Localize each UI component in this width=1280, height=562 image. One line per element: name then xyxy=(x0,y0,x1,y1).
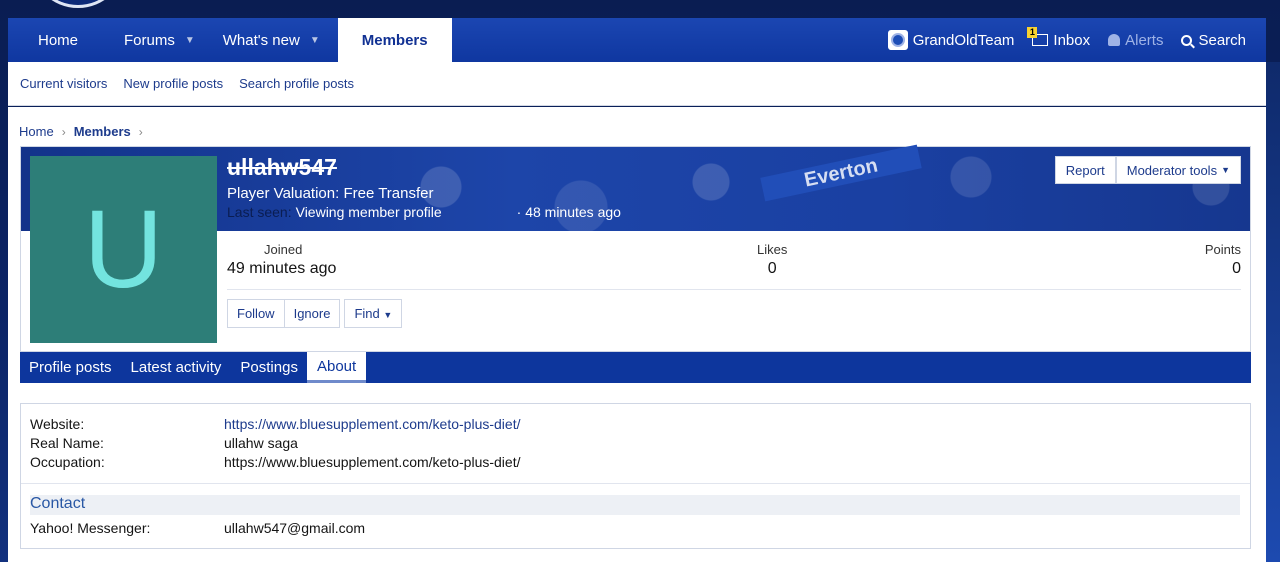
realname-value: ullahw saga xyxy=(224,435,298,451)
nav-tab-home[interactable]: Home xyxy=(8,18,108,62)
profile-tabs: Profile posts Latest activity Postings A… xyxy=(20,352,1251,383)
about-panel: Website: https://www.bluesupplement.com/… xyxy=(20,403,1251,549)
divider xyxy=(21,483,1250,484)
search-link[interactable]: Search xyxy=(1181,32,1246,49)
website-label: Website: xyxy=(30,416,85,432)
search-icon xyxy=(1181,34,1193,46)
tab-about[interactable]: About xyxy=(306,352,367,383)
search-label: Search xyxy=(1198,31,1246,49)
inbox-badge: 1 xyxy=(1027,27,1038,38)
ignore-button[interactable]: Ignore xyxy=(283,300,340,327)
stat-likes-value[interactable]: 0 xyxy=(757,260,787,278)
page-edge xyxy=(1266,62,1280,562)
bell-icon xyxy=(1108,34,1121,46)
account-menu[interactable]: GrandOldTeam xyxy=(887,30,1015,50)
player-valuation: Player Valuation: Free Transfer xyxy=(227,185,434,202)
chevron-down-icon: ▼ xyxy=(1221,165,1230,175)
chevron-down-icon: ▼ xyxy=(383,310,393,320)
find-button[interactable]: Find ▼ xyxy=(344,299,403,328)
chevron-right-icon: › xyxy=(138,124,143,139)
nav-user-area: GrandOldTeam 1 Inbox Alerts Search xyxy=(870,18,1266,62)
stat-points-value[interactable]: 0 xyxy=(1205,260,1241,278)
moderator-tools-label: Moderator tools xyxy=(1126,162,1218,178)
avatar[interactable]: U xyxy=(30,156,217,343)
stat-points: Points 0 xyxy=(1205,242,1241,278)
profile-card: Everton U ullahw547 Player Valuation: Fr… xyxy=(20,144,1251,352)
alerts-label: Alerts xyxy=(1125,31,1164,49)
main-nav: Home Forums ▼ What's new ▼ Members Grand… xyxy=(8,18,1266,62)
breadcrumb-members[interactable]: Members xyxy=(74,124,131,139)
last-seen: Last seen: Viewing member profile · 48 m… xyxy=(227,204,621,220)
last-seen-activity[interactable]: Viewing member profile xyxy=(296,204,442,220)
occupation-label: Occupation: xyxy=(30,454,105,470)
profile-stats: Joined 49 minutes ago Likes 0 Points 0 xyxy=(227,242,1241,290)
about-occupation-row: Occupation: https://www.bluesupplement.c… xyxy=(30,454,520,470)
banner-scarf-text: Everton xyxy=(760,144,922,202)
sub-nav: Current visitors New profile posts Searc… xyxy=(8,62,1266,106)
breadcrumb-home[interactable]: Home xyxy=(19,124,54,139)
envelope-icon: 1 xyxy=(1027,27,1049,46)
subnav-current-visitors[interactable]: Current visitors xyxy=(20,76,107,91)
tab-profile-posts[interactable]: Profile posts xyxy=(29,352,112,383)
inbox-label: Inbox xyxy=(1053,31,1091,49)
realname-label: Real Name: xyxy=(30,435,104,451)
account-name: GrandOldTeam xyxy=(912,31,1015,49)
stat-likes: Likes 0 xyxy=(757,242,787,278)
last-seen-time: · 48 minutes ago xyxy=(516,204,621,220)
subnav-new-profile-posts[interactable]: New profile posts xyxy=(123,76,223,91)
username: ullahw547 xyxy=(227,154,337,180)
chevron-down-icon[interactable]: ▼ xyxy=(310,35,320,46)
breadcrumb: Home › Members › xyxy=(19,124,151,139)
avatar-letter: U xyxy=(83,187,164,311)
nav-tab-forums[interactable]: Forums ▼ xyxy=(108,18,209,62)
banner-buttons: Report Moderator tools ▼ xyxy=(1054,156,1241,184)
alerts-link[interactable]: Alerts xyxy=(1108,32,1163,49)
stat-joined-value: 49 minutes ago xyxy=(227,260,337,277)
nav-tab-whats-new[interactable]: What's new ▼ xyxy=(209,18,334,62)
website-link[interactable]: https://www.bluesupplement.com/keto-plus… xyxy=(224,416,520,432)
follow-ignore-group: Follow Ignore xyxy=(227,299,341,328)
inbox-link[interactable]: 1 Inbox xyxy=(1027,27,1091,49)
nav-tab-members[interactable]: Members xyxy=(337,18,452,62)
tab-latest-activity[interactable]: Latest activity xyxy=(131,352,222,383)
tab-postings[interactable]: Postings xyxy=(240,352,298,383)
report-button[interactable]: Report xyxy=(1054,156,1116,184)
avatar-icon xyxy=(887,30,908,50)
main-content: Home › Members › Everton U ullahw547 Pla… xyxy=(8,107,1266,562)
stat-likes-label: Likes xyxy=(757,242,788,257)
stat-points-label: Points xyxy=(1204,242,1241,257)
yahoo-label: Yahoo! Messenger: xyxy=(30,520,151,536)
moderator-tools-button[interactable]: Moderator tools ▼ xyxy=(1115,156,1241,184)
contact-heading: Contact xyxy=(30,495,1240,515)
about-website-row: Website: https://www.bluesupplement.com/… xyxy=(30,416,520,432)
last-seen-label: Last seen: xyxy=(227,204,292,220)
yahoo-value: ullahw547@gmail.com xyxy=(224,520,366,536)
about-yahoo-row: Yahoo! Messenger: ullahw547@gmail.com xyxy=(30,520,365,536)
occupation-value: https://www.bluesupplement.com/keto-plus… xyxy=(224,454,521,470)
chevron-down-icon[interactable]: ▼ xyxy=(185,35,195,46)
profile-actions: Follow Ignore Find ▼ xyxy=(227,299,403,328)
nav-tab-whats-new-label: What's new xyxy=(222,31,300,49)
chevron-right-icon: › xyxy=(61,124,66,139)
follow-button[interactable]: Follow xyxy=(228,300,284,327)
stat-joined-label: Joined xyxy=(264,242,303,257)
about-realname-row: Real Name: ullahw saga xyxy=(30,435,298,451)
find-label: Find xyxy=(354,306,380,321)
stat-joined: Joined 49 minutes ago xyxy=(227,242,336,278)
nav-tab-forums-label: Forums xyxy=(124,31,175,49)
site-logo[interactable] xyxy=(30,0,126,8)
subnav-search-profile-posts[interactable]: Search profile posts xyxy=(239,76,354,91)
